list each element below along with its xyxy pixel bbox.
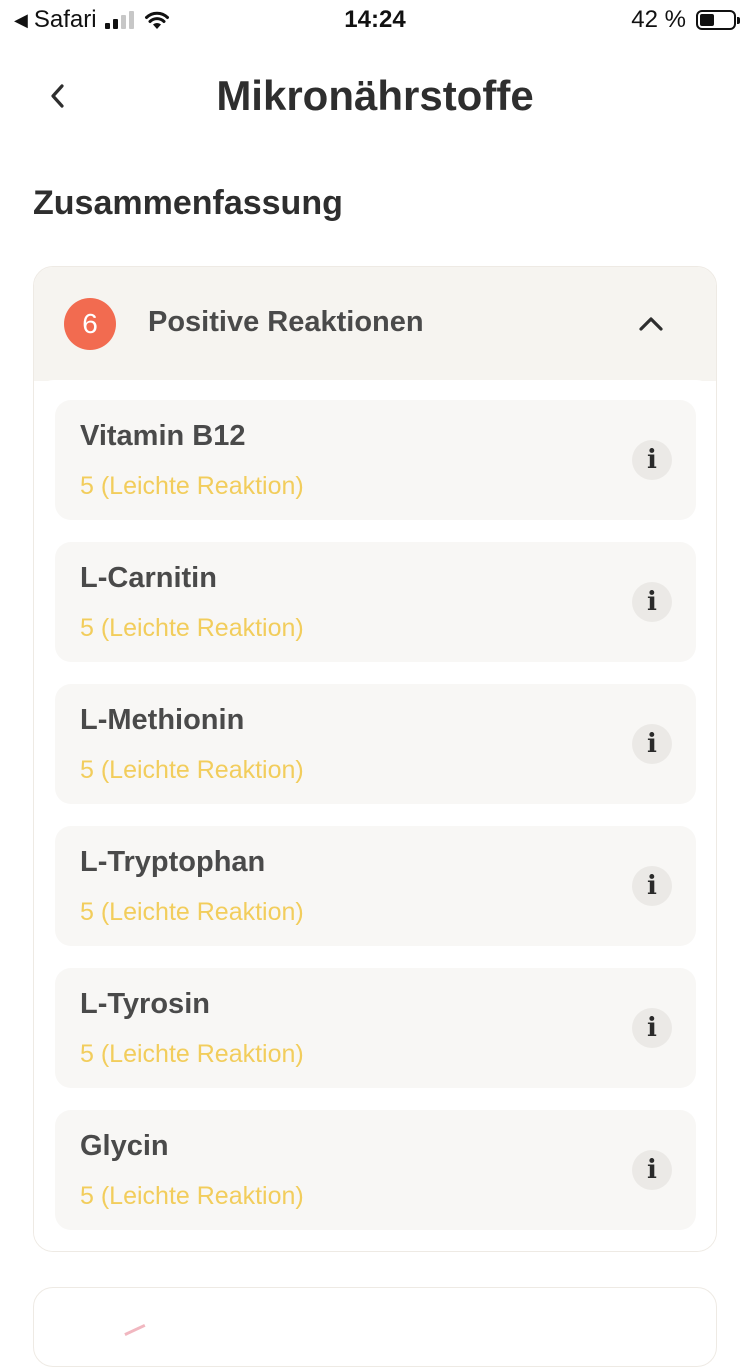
status-bar: ◀ Safari 14:24 42 % <box>0 0 750 40</box>
battery-percentage: 42 % <box>631 6 686 33</box>
info-button[interactable]: i <box>632 724 672 764</box>
info-icon: i <box>647 1155 657 1185</box>
collapse-button[interactable] <box>636 309 666 339</box>
reaction-list: Vitamin B12 5 (Leichte Reaktion) i L-Car… <box>34 380 716 1251</box>
info-button[interactable]: i <box>632 582 672 622</box>
nutrient-name: L-Methionin <box>80 704 245 736</box>
info-button[interactable]: i <box>632 1150 672 1190</box>
info-button[interactable]: i <box>632 440 672 480</box>
list-item[interactable]: L-Tryptophan 5 (Leichte Reaktion) i <box>55 826 696 946</box>
section-title: Zusammenfassung <box>33 184 343 222</box>
list-item[interactable]: Glycin 5 (Leichte Reaktion) i <box>55 1110 696 1230</box>
nutrient-name: L-Tyrosin <box>80 988 210 1020</box>
info-icon: i <box>647 1013 657 1043</box>
battery-icon <box>696 10 740 30</box>
list-item[interactable]: L-Methionin 5 (Leichte Reaktion) i <box>55 684 696 804</box>
nutrient-name: L-Carnitin <box>80 562 217 594</box>
nutrient-name: Vitamin B12 <box>80 420 246 452</box>
list-item[interactable]: Vitamin B12 5 (Leichte Reaktion) i <box>55 400 696 520</box>
reaction-group-title: Positive Reaktionen <box>148 306 424 338</box>
page-title: Mikronährstoffe <box>216 72 534 119</box>
list-item[interactable]: L-Carnitin 5 (Leichte Reaktion) i <box>55 542 696 662</box>
info-icon: i <box>647 445 657 475</box>
reaction-status: 5 (Leichte Reaktion) <box>80 1182 304 1210</box>
info-icon: i <box>647 871 657 901</box>
list-item[interactable]: L-Tyrosin 5 (Leichte Reaktion) i <box>55 968 696 1088</box>
info-button[interactable]: i <box>632 1008 672 1048</box>
reaction-status: 5 (Leichte Reaktion) <box>80 1040 304 1068</box>
chevron-up-icon <box>639 317 663 331</box>
info-button[interactable]: i <box>632 866 672 906</box>
next-card <box>33 1287 717 1367</box>
reaction-status: 5 (Leichte Reaktion) <box>80 614 304 642</box>
reaction-group-header[interactable]: 6 Positive Reaktionen <box>34 267 716 381</box>
reaction-status: 5 (Leichte Reaktion) <box>80 898 304 926</box>
info-icon: i <box>647 729 657 759</box>
reaction-status: 5 (Leichte Reaktion) <box>80 472 304 500</box>
nutrient-name: L-Tryptophan <box>80 846 266 878</box>
nutrient-name: Glycin <box>80 1130 169 1162</box>
decorative-icon <box>124 1323 150 1346</box>
reaction-group-card: 6 Positive Reaktionen Vitamin B12 5 (Lei… <box>33 266 717 1252</box>
info-icon: i <box>647 587 657 617</box>
status-bar-battery: 42 % <box>631 6 740 34</box>
reaction-status: 5 (Leichte Reaktion) <box>80 756 304 784</box>
count-badge: 6 <box>64 298 116 350</box>
